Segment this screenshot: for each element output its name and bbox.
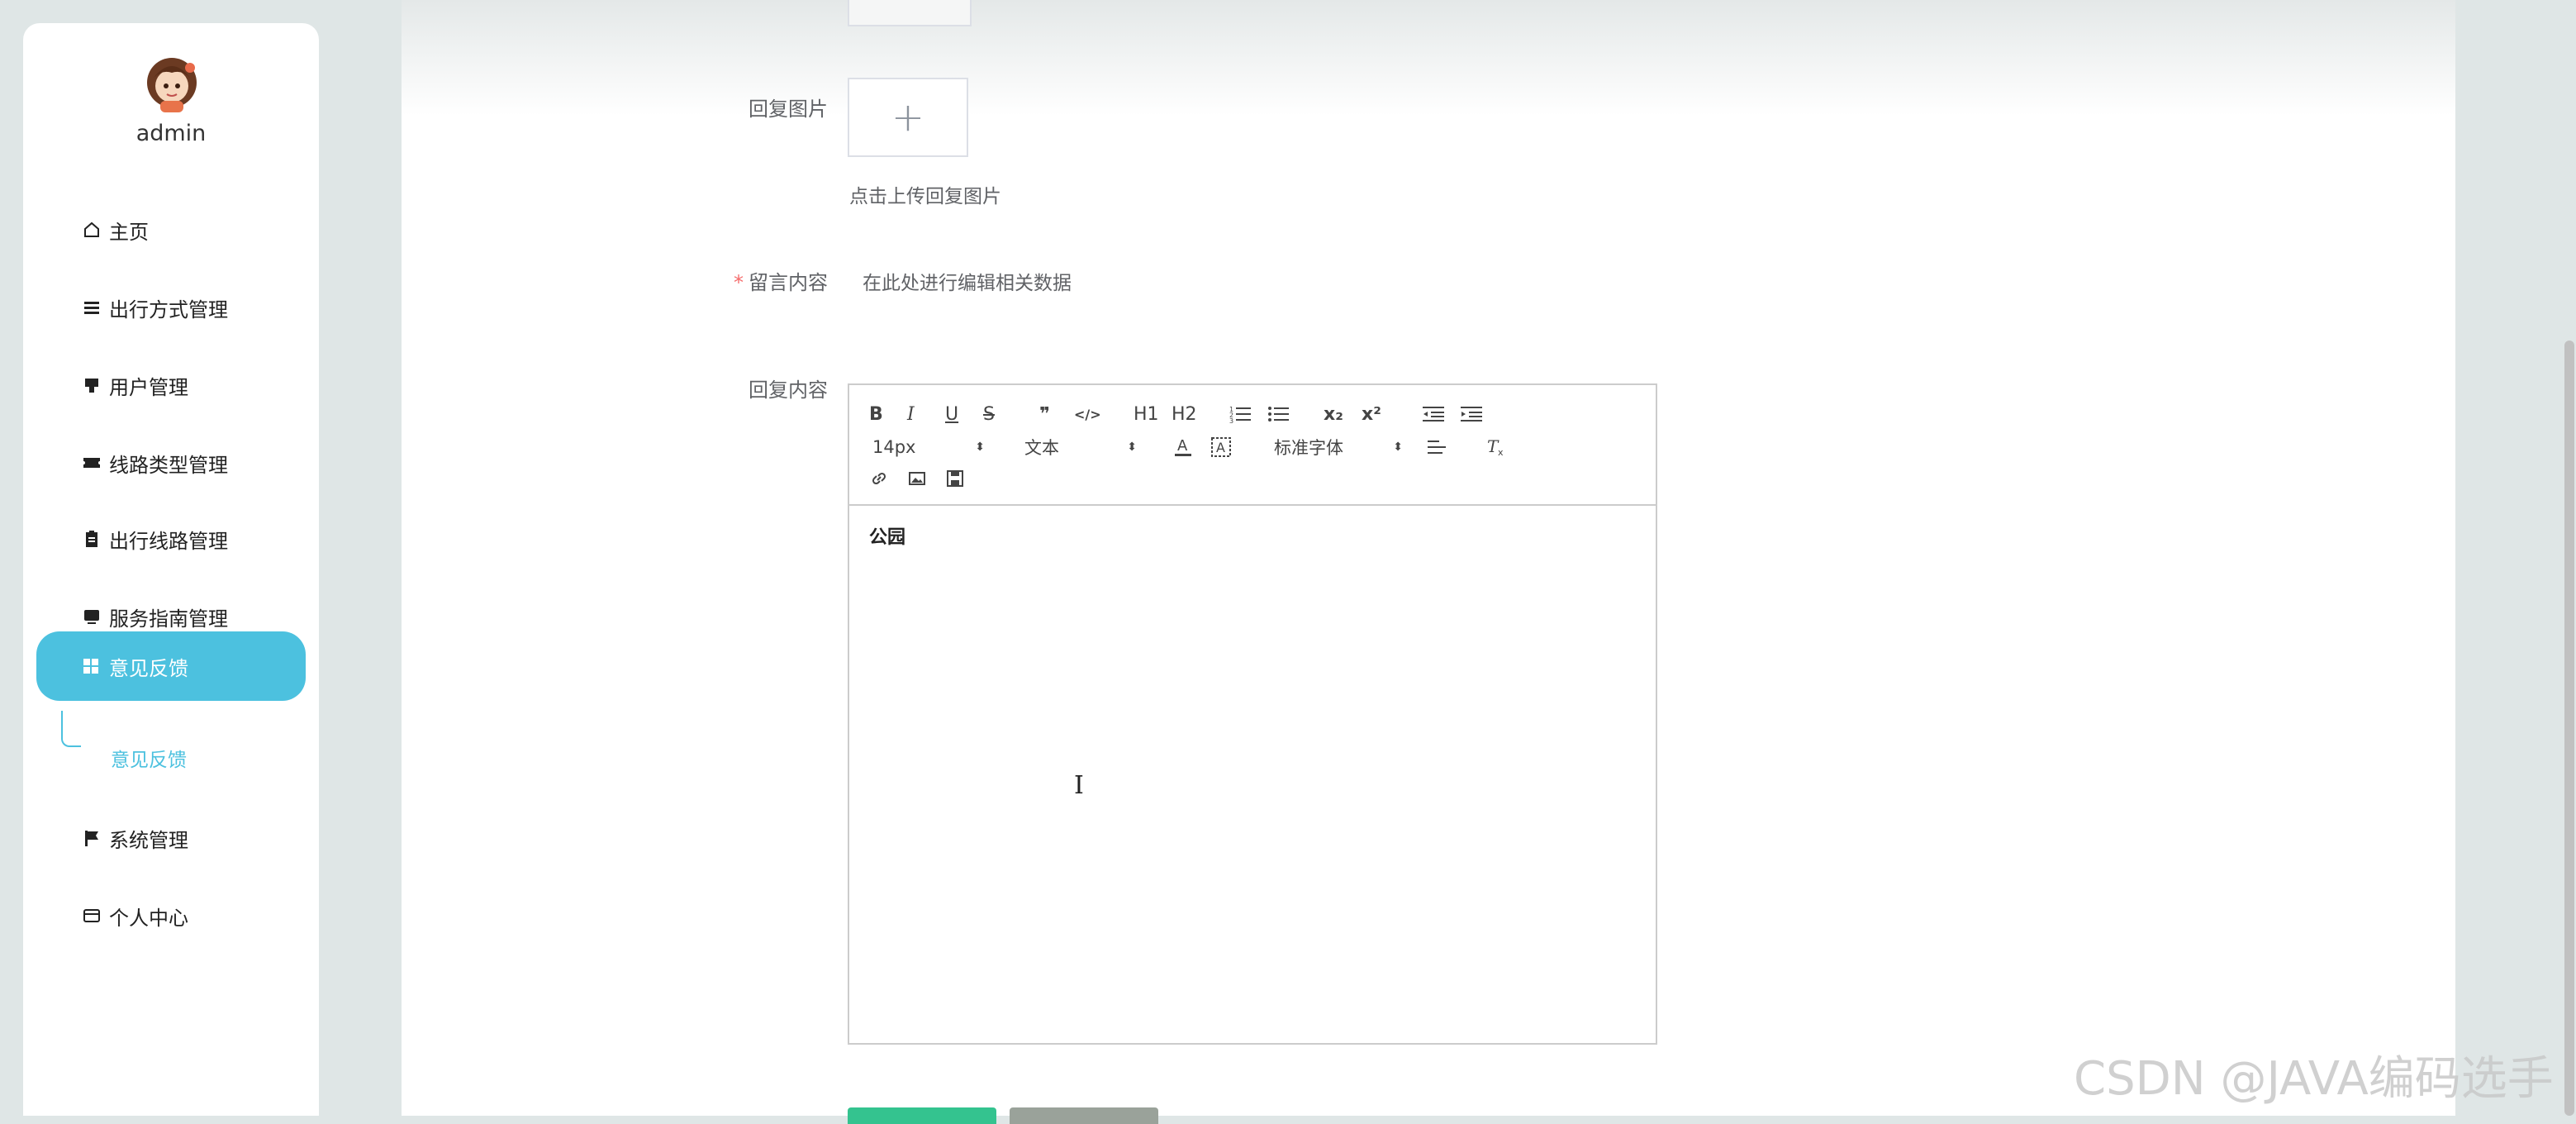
sidebar-item-label: 个人中心 — [109, 906, 188, 930]
svg-text:3: 3 — [1229, 417, 1233, 423]
link-icon[interactable] — [869, 466, 889, 491]
monitor-icon — [81, 606, 102, 627]
superscript-button[interactable]: x² — [1362, 402, 1381, 426]
submenu-connector — [61, 711, 81, 747]
sidebar-item-label: 出行线路管理 — [109, 529, 228, 553]
sidebar-item-routes[interactable]: 出行线路管理 — [81, 522, 228, 555]
sidebar-item-profile[interactable]: 个人中心 — [81, 899, 188, 932]
editor-toolbar: B I U S ❞ </> H1 H2 123 x₂ x² 14px ⬍ 文本 … — [849, 385, 1656, 506]
ordered-list-icon[interactable]: 123 — [1229, 402, 1251, 426]
text-cursor-icon: I — [1074, 771, 1084, 800]
sidebar-item-service-guide[interactable]: 服务指南管理 — [81, 600, 228, 633]
sidebar-item-users[interactable]: 用户管理 — [81, 369, 188, 402]
ticket-icon — [81, 452, 102, 474]
user-icon — [81, 374, 102, 396]
align-icon[interactable] — [1428, 435, 1449, 460]
underline-button[interactable]: U — [945, 402, 958, 426]
sidebar-item-system[interactable]: 系统管理 — [81, 822, 188, 855]
blockquote-button[interactable]: ❞ — [1039, 402, 1050, 426]
h1-button[interactable]: H1 — [1134, 402, 1159, 426]
sidebar-item-label: 出行方式管理 — [109, 298, 228, 321]
code-block-button[interactable]: </> — [1074, 402, 1101, 426]
reply-content-label: 回复内容 — [749, 379, 828, 402]
outdent-icon[interactable] — [1423, 402, 1444, 426]
upload-tip: 点击上传回复图片 — [849, 186, 1001, 207]
rich-text-editor[interactable]: B I U S ❞ </> H1 H2 123 x₂ x² 14px ⬍ 文本 … — [848, 383, 1657, 1045]
bold-button[interactable]: B — [869, 402, 883, 426]
h2-button[interactable]: H2 — [1172, 402, 1197, 426]
italic-button[interactable]: I — [907, 402, 915, 426]
scrollbar[interactable] — [2564, 341, 2574, 1116]
watermark: CSDN @JAVA编码选手 — [2074, 1052, 2554, 1106]
card-icon — [81, 905, 102, 926]
strike-button[interactable]: S — [983, 402, 995, 426]
background-color-icon[interactable]: A — [1211, 435, 1231, 460]
video-icon[interactable] — [945, 466, 965, 491]
avatar[interactable] — [139, 48, 205, 114]
plus-icon: + — [891, 94, 925, 140]
sidebar: admin 主页 出行方式管理 用户管理 线路类型管理 出行线路管理 服务指南管 — [23, 23, 319, 1116]
sidebar-item-feedback[interactable]: 意见反馈 — [36, 631, 306, 701]
clear-format-icon[interactable]: Tx — [1485, 435, 1507, 460]
required-mark: * — [734, 271, 744, 294]
sidebar-item-label: 线路类型管理 — [109, 453, 228, 477]
subscript-button[interactable]: x₂ — [1324, 402, 1343, 426]
font-size-select[interactable]: 14px ⬍ — [872, 435, 985, 460]
message-label: * 留言内容 — [734, 271, 828, 294]
flag-icon — [81, 827, 102, 849]
header-select[interactable]: 文本 ⬍ — [1024, 435, 1137, 460]
sidebar-item-travel-mode[interactable]: 出行方式管理 — [81, 291, 228, 324]
sidebar-item-label: 主页 — [109, 220, 149, 244]
submenu-item-feedback[interactable]: 意见反馈 — [111, 744, 187, 772]
sidebar-item-route-types[interactable]: 线路类型管理 — [81, 446, 228, 479]
sidebar-item-label: 用户管理 — [109, 375, 188, 399]
svg-text:A: A — [1177, 437, 1188, 455]
previous-image-thumbnail[interactable] — [848, 0, 972, 26]
username: admin — [135, 121, 207, 146]
font-family-select[interactable]: 标准字体 ⬍ — [1274, 435, 1403, 460]
right-gutter — [2455, 0, 2576, 1116]
clipboard-icon — [81, 528, 102, 550]
bullet-list-icon[interactable] — [1267, 402, 1289, 426]
select-arrows-icon: ⬍ — [975, 441, 985, 454]
sidebar-item-label: 服务指南管理 — [109, 607, 228, 631]
home-icon — [81, 219, 102, 241]
reply-image-label: 回复图片 — [749, 98, 828, 121]
submit-button[interactable] — [848, 1107, 996, 1124]
select-arrows-icon: ⬍ — [1127, 441, 1137, 454]
sidebar-item-label: 系统管理 — [109, 828, 188, 852]
select-arrows-icon: ⬍ — [1393, 441, 1403, 454]
cancel-button[interactable] — [1010, 1107, 1158, 1124]
sidebar-item-label: 意见反馈 — [109, 656, 188, 680]
grid-icon — [81, 655, 102, 677]
reply-image-upload[interactable]: + — [848, 78, 968, 157]
main-content: 回复图片 + 点击上传回复图片 * 留言内容 在此处进行编辑相关数据 回复内容 B… — [402, 0, 2455, 1124]
list-icon — [81, 297, 102, 318]
sidebar-item-home[interactable]: 主页 — [81, 213, 149, 246]
svg-text:x: x — [1498, 447, 1504, 457]
svg-text:A: A — [1216, 440, 1225, 455]
editor-content[interactable]: 公园 — [869, 522, 905, 549]
indent-icon[interactable] — [1461, 402, 1482, 426]
text-color-icon[interactable]: A — [1173, 435, 1193, 460]
message-content: 在此处进行编辑相关数据 — [863, 273, 1072, 294]
image-icon[interactable] — [907, 466, 927, 491]
